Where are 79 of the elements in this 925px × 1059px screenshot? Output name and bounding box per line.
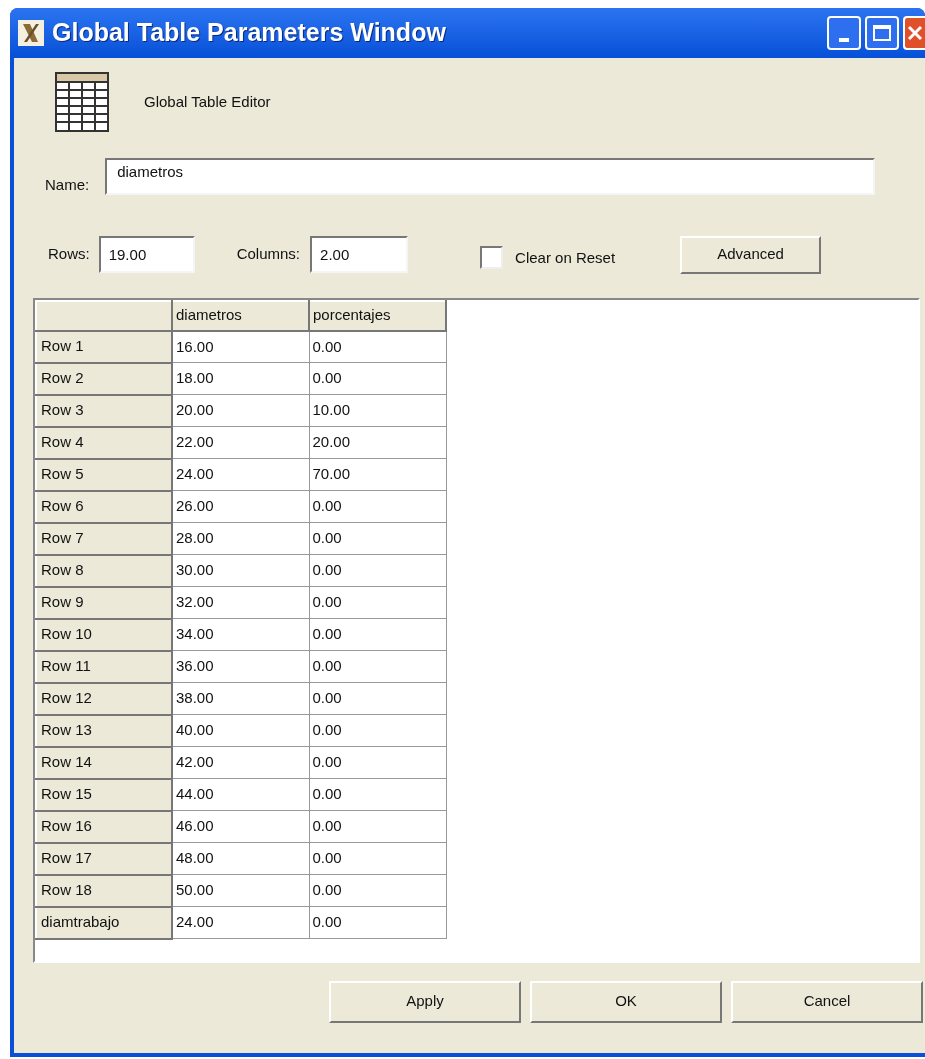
editor-title: Global Table Editor — [144, 91, 271, 112]
table-cell[interactable]: 18.00 — [172, 362, 309, 395]
row-header[interactable]: Row 16 — [36, 810, 172, 843]
table-cell[interactable]: 20.00 — [309, 426, 446, 459]
table-cell[interactable]: 34.00 — [172, 618, 309, 651]
cancel-button[interactable]: Cancel — [731, 980, 923, 1023]
table-cell[interactable]: 24.00 — [172, 458, 309, 491]
table-cell[interactable]: 48.00 — [172, 842, 309, 875]
minimize-button[interactable] — [827, 16, 861, 50]
table-cell[interactable]: 0.00 — [309, 330, 446, 363]
table-cell[interactable]: 50.00 — [172, 874, 309, 907]
row-header[interactable]: Row 3 — [36, 394, 172, 427]
row-header[interactable]: Row 4 — [36, 426, 172, 459]
close-icon — [907, 25, 923, 41]
table-cell[interactable]: 36.00 — [172, 650, 309, 683]
table-cell[interactable]: 30.00 — [172, 554, 309, 587]
apply-button[interactable]: Apply — [329, 980, 521, 1023]
table-cell[interactable]: 0.00 — [309, 490, 446, 523]
table-cell[interactable]: 0.00 — [309, 906, 446, 939]
table-cell[interactable]: 40.00 — [172, 714, 309, 747]
table-cell[interactable]: 0.00 — [309, 682, 446, 715]
row-header[interactable]: Row 5 — [36, 458, 172, 491]
columns-label: Columns: — [236, 244, 301, 265]
table-cell[interactable]: 0.00 — [309, 746, 446, 779]
table-cell[interactable]: 28.00 — [172, 522, 309, 555]
table-cell[interactable]: 0.00 — [309, 874, 446, 907]
row-header[interactable]: Row 8 — [36, 554, 172, 587]
name-label: Name: — [45, 175, 90, 195]
row-header[interactable]: Row 18 — [36, 874, 172, 907]
columns-field[interactable]: 2.00 — [310, 236, 409, 273]
row-header[interactable]: Row 1 — [36, 330, 172, 363]
table-cell[interactable]: 0.00 — [309, 554, 446, 587]
row-header[interactable]: Row 6 — [36, 490, 172, 523]
app-logo-icon — [18, 20, 44, 46]
row-header[interactable]: Row 7 — [36, 522, 172, 555]
table-cell[interactable]: 0.00 — [309, 810, 446, 843]
table-cell[interactable]: 10.00 — [309, 394, 446, 427]
row-header[interactable]: Row 2 — [36, 362, 172, 395]
advanced-button[interactable]: Advanced — [680, 235, 822, 274]
column-header[interactable]: diametros — [172, 300, 309, 331]
name-field[interactable]: diametros — [105, 157, 876, 195]
table-cell[interactable]: 20.00 — [172, 394, 309, 427]
table-cell[interactable]: 38.00 — [172, 682, 309, 715]
table-cell[interactable]: 0.00 — [309, 362, 446, 395]
table-cell[interactable]: 0.00 — [309, 586, 446, 619]
clear-on-reset-checkbox[interactable] — [480, 246, 504, 269]
table-cell[interactable]: 0.00 — [309, 650, 446, 683]
table-cell[interactable]: 32.00 — [172, 586, 309, 619]
table-cell[interactable]: 0.00 — [309, 618, 446, 651]
row-header[interactable]: Row 9 — [36, 586, 172, 619]
maximize-button[interactable] — [865, 16, 899, 50]
table-cell[interactable]: 26.00 — [172, 490, 309, 523]
table-cell[interactable]: 46.00 — [172, 810, 309, 843]
table-cell[interactable]: 44.00 — [172, 778, 309, 811]
column-header[interactable]: porcentajes — [309, 300, 446, 331]
row-header[interactable]: Row 11 — [36, 650, 172, 683]
rows-label: Rows: — [48, 244, 90, 265]
ok-button[interactable]: OK — [530, 980, 722, 1023]
table-cell[interactable]: 0.00 — [309, 842, 446, 875]
table-cell[interactable]: 70.00 — [309, 458, 446, 491]
close-button[interactable] — [903, 16, 925, 50]
rows-field[interactable]: 19.00 — [98, 236, 195, 273]
row-header[interactable]: Row 14 — [36, 746, 172, 779]
table-cell[interactable]: 0.00 — [309, 714, 446, 747]
table-cell[interactable]: 0.00 — [309, 778, 446, 811]
row-header[interactable]: diamtrabajo — [36, 906, 172, 939]
table-cell[interactable]: 0.00 — [309, 522, 446, 555]
clear-on-reset-label: Clear on Reset — [515, 248, 616, 269]
row-header[interactable]: Row 17 — [36, 842, 172, 875]
row-header[interactable]: Row 12 — [36, 682, 172, 715]
table-cell[interactable]: 16.00 — [172, 330, 309, 363]
table-cell[interactable]: 22.00 — [172, 426, 309, 459]
table-cell[interactable]: 24.00 — [172, 906, 309, 939]
row-header[interactable]: Row 15 — [36, 778, 172, 811]
row-header[interactable]: Row 13 — [36, 714, 172, 747]
row-header[interactable]: Row 10 — [36, 618, 172, 651]
table-icon — [55, 72, 109, 132]
table-cell[interactable]: 42.00 — [172, 746, 309, 779]
window-title: Global Table Parameters Window — [52, 17, 446, 49]
